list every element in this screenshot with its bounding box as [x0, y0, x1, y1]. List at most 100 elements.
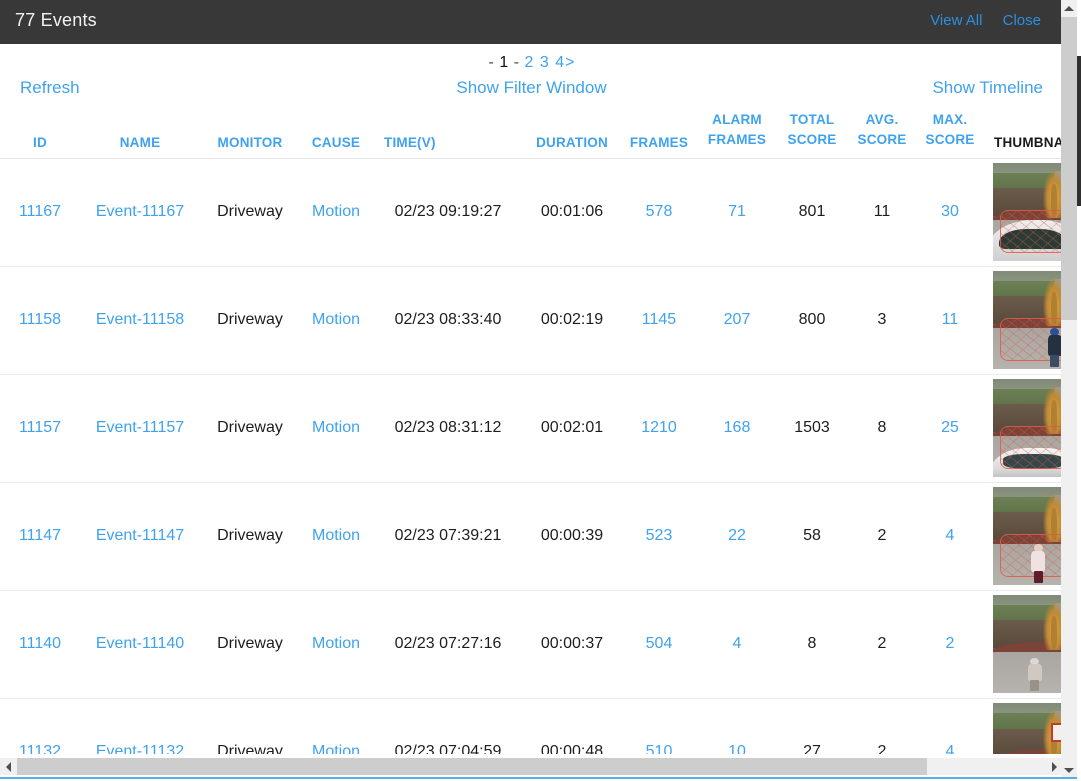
event-id-link[interactable]: 11140	[19, 635, 61, 652]
scroll-up-icon[interactable]	[1061, 0, 1077, 17]
event-name-link[interactable]: Event-11147	[96, 527, 184, 544]
cell-max-score[interactable]: 4	[916, 482, 984, 591]
column-header-monitor-link[interactable]: MONITOR	[218, 135, 283, 150]
cell-cause[interactable]: Motion	[300, 266, 372, 375]
event-frames-link[interactable]: 1145	[642, 311, 676, 328]
event-name-link[interactable]: Event-11132	[96, 743, 184, 754]
event-alarm-frames-link[interactable]: 168	[724, 419, 751, 436]
event-thumbnail-image[interactable]	[993, 271, 1063, 369]
event-cause-link[interactable]: Motion	[312, 527, 360, 544]
cell-thumbnail[interactable]	[984, 698, 1063, 754]
column-header-avg-score[interactable]: AVG. SCORE	[848, 110, 916, 159]
column-header-duration-link[interactable]: DURATION	[536, 135, 608, 150]
show-timeline-button[interactable]: Show Timeline	[932, 78, 1043, 98]
vertical-scrollbar[interactable]	[1061, 0, 1077, 779]
column-header-total-score[interactable]: TOTAL SCORE	[776, 110, 848, 159]
vertical-scrollbar-thumb[interactable]	[1061, 17, 1077, 320]
event-name-link[interactable]: Event-11158	[96, 311, 184, 328]
page-vertical-scrollbar[interactable]	[1077, 0, 1081, 781]
close-button[interactable]: Close	[1003, 12, 1041, 29]
cell-thumbnail[interactable]	[984, 266, 1063, 375]
event-cause-link[interactable]: Motion	[312, 743, 360, 754]
cell-thumbnail[interactable]	[984, 158, 1063, 267]
event-max-score-link[interactable]: 30	[941, 203, 959, 220]
table-row[interactable]: 11167 Event-11167 Driveway Motion 02/23 …	[0, 158, 1063, 267]
column-header-duration[interactable]: DURATION	[524, 110, 620, 159]
cell-max-score[interactable]: 25	[916, 374, 984, 483]
horizontal-scrollbar-thumb[interactable]	[17, 758, 927, 775]
cell-id[interactable]: 11157	[0, 374, 80, 483]
horizontal-scrollbar[interactable]	[0, 758, 1063, 775]
cell-cause[interactable]: Motion	[300, 698, 372, 754]
cell-alarm-frames[interactable]: 207	[698, 266, 776, 375]
cell-max-score[interactable]: 4	[916, 698, 984, 754]
event-id-link[interactable]: 11157	[19, 419, 61, 436]
cell-alarm-frames[interactable]: 71	[698, 158, 776, 267]
event-max-score-link[interactable]: 25	[941, 419, 959, 436]
event-alarm-frames-link[interactable]: 207	[724, 311, 751, 328]
event-alarm-frames-link[interactable]: 4	[733, 635, 742, 652]
cell-frames[interactable]: 1210	[620, 374, 698, 483]
cell-frames[interactable]: 1145	[620, 266, 698, 375]
cell-thumbnail[interactable]	[984, 374, 1063, 483]
cell-thumbnail[interactable]	[984, 590, 1063, 699]
cell-frames[interactable]: 578	[620, 158, 698, 267]
event-id-link[interactable]: 11147	[19, 527, 61, 544]
cell-alarm-frames[interactable]: 4	[698, 590, 776, 699]
cell-frames[interactable]: 504	[620, 590, 698, 699]
event-cause-link[interactable]: Motion	[312, 635, 360, 652]
column-header-id-link[interactable]: ID	[33, 135, 47, 150]
view-all-button[interactable]: View All	[930, 12, 982, 29]
event-thumbnail-image[interactable]	[993, 379, 1063, 477]
event-frames-link[interactable]: 578	[646, 203, 673, 220]
column-header-name-link[interactable]: NAME	[120, 135, 161, 150]
cell-frames[interactable]: 510	[620, 698, 698, 754]
cell-max-score[interactable]: 30	[916, 158, 984, 267]
cell-max-score[interactable]: 2	[916, 590, 984, 699]
cell-alarm-frames[interactable]: 168	[698, 374, 776, 483]
event-thumbnail-image[interactable]	[993, 163, 1063, 261]
cell-id[interactable]: 11140	[0, 590, 80, 699]
column-header-time[interactable]: TIME(V)	[372, 110, 524, 159]
scroll-down-icon[interactable]	[1061, 762, 1077, 779]
cell-cause[interactable]: Motion	[300, 374, 372, 483]
page-vertical-scrollbar-thumb[interactable]	[1077, 56, 1081, 206]
event-id-link[interactable]: 11158	[19, 311, 61, 328]
event-name-link[interactable]: Event-11167	[96, 203, 184, 220]
cell-id[interactable]: 11158	[0, 266, 80, 375]
cell-alarm-frames[interactable]: 22	[698, 482, 776, 591]
table-row[interactable]: 11158 Event-11158 Driveway Motion 02/23 …	[0, 266, 1063, 375]
column-header-cause[interactable]: CAUSE	[300, 110, 372, 159]
cell-name[interactable]: Event-11167	[80, 158, 200, 267]
cell-name[interactable]: Event-11157	[80, 374, 200, 483]
scroll-right-icon[interactable]	[1046, 758, 1063, 775]
event-cause-link[interactable]: Motion	[312, 419, 360, 436]
event-max-score-link[interactable]: 4	[946, 743, 955, 754]
event-thumbnail-image[interactable]	[993, 703, 1063, 754]
table-row[interactable]: 11140 Event-11140 Driveway Motion 02/23 …	[0, 590, 1063, 699]
pagination-page-4[interactable]: 4	[555, 54, 564, 71]
events-table-scroll-area[interactable]: ID NAME MONITOR CAUSE TIME(V) DURATION F…	[0, 110, 1063, 754]
event-thumbnail-image[interactable]	[993, 595, 1063, 693]
cell-cause[interactable]: Motion	[300, 158, 372, 267]
column-header-avg-score-link[interactable]: AVG. SCORE	[848, 110, 916, 149]
column-header-max-score-link[interactable]: MAX. SCORE	[916, 110, 984, 149]
event-alarm-frames-link[interactable]: 22	[728, 527, 746, 544]
column-header-id[interactable]: ID	[0, 110, 80, 159]
event-alarm-frames-link[interactable]: 10	[728, 743, 746, 754]
event-thumbnail-image[interactable]	[993, 487, 1063, 585]
event-max-score-link[interactable]: 11	[942, 311, 959, 328]
event-frames-link[interactable]: 504	[646, 635, 673, 652]
pagination-next-icon[interactable]: >	[565, 54, 574, 71]
column-header-total-score-link[interactable]: TOTAL SCORE	[776, 110, 848, 149]
event-cause-link[interactable]: Motion	[312, 311, 360, 328]
event-cause-link[interactable]: Motion	[312, 203, 360, 220]
cell-frames[interactable]: 523	[620, 482, 698, 591]
column-header-alarm-frames[interactable]: ALARM FRAMES	[698, 110, 776, 159]
event-frames-link[interactable]: 510	[646, 743, 673, 754]
column-header-cause-link[interactable]: CAUSE	[312, 135, 360, 150]
cell-name[interactable]: Event-11147	[80, 482, 200, 591]
cell-id[interactable]: 11132	[0, 698, 80, 754]
event-frames-link[interactable]: 523	[646, 527, 673, 544]
scroll-left-icon[interactable]	[0, 758, 17, 775]
